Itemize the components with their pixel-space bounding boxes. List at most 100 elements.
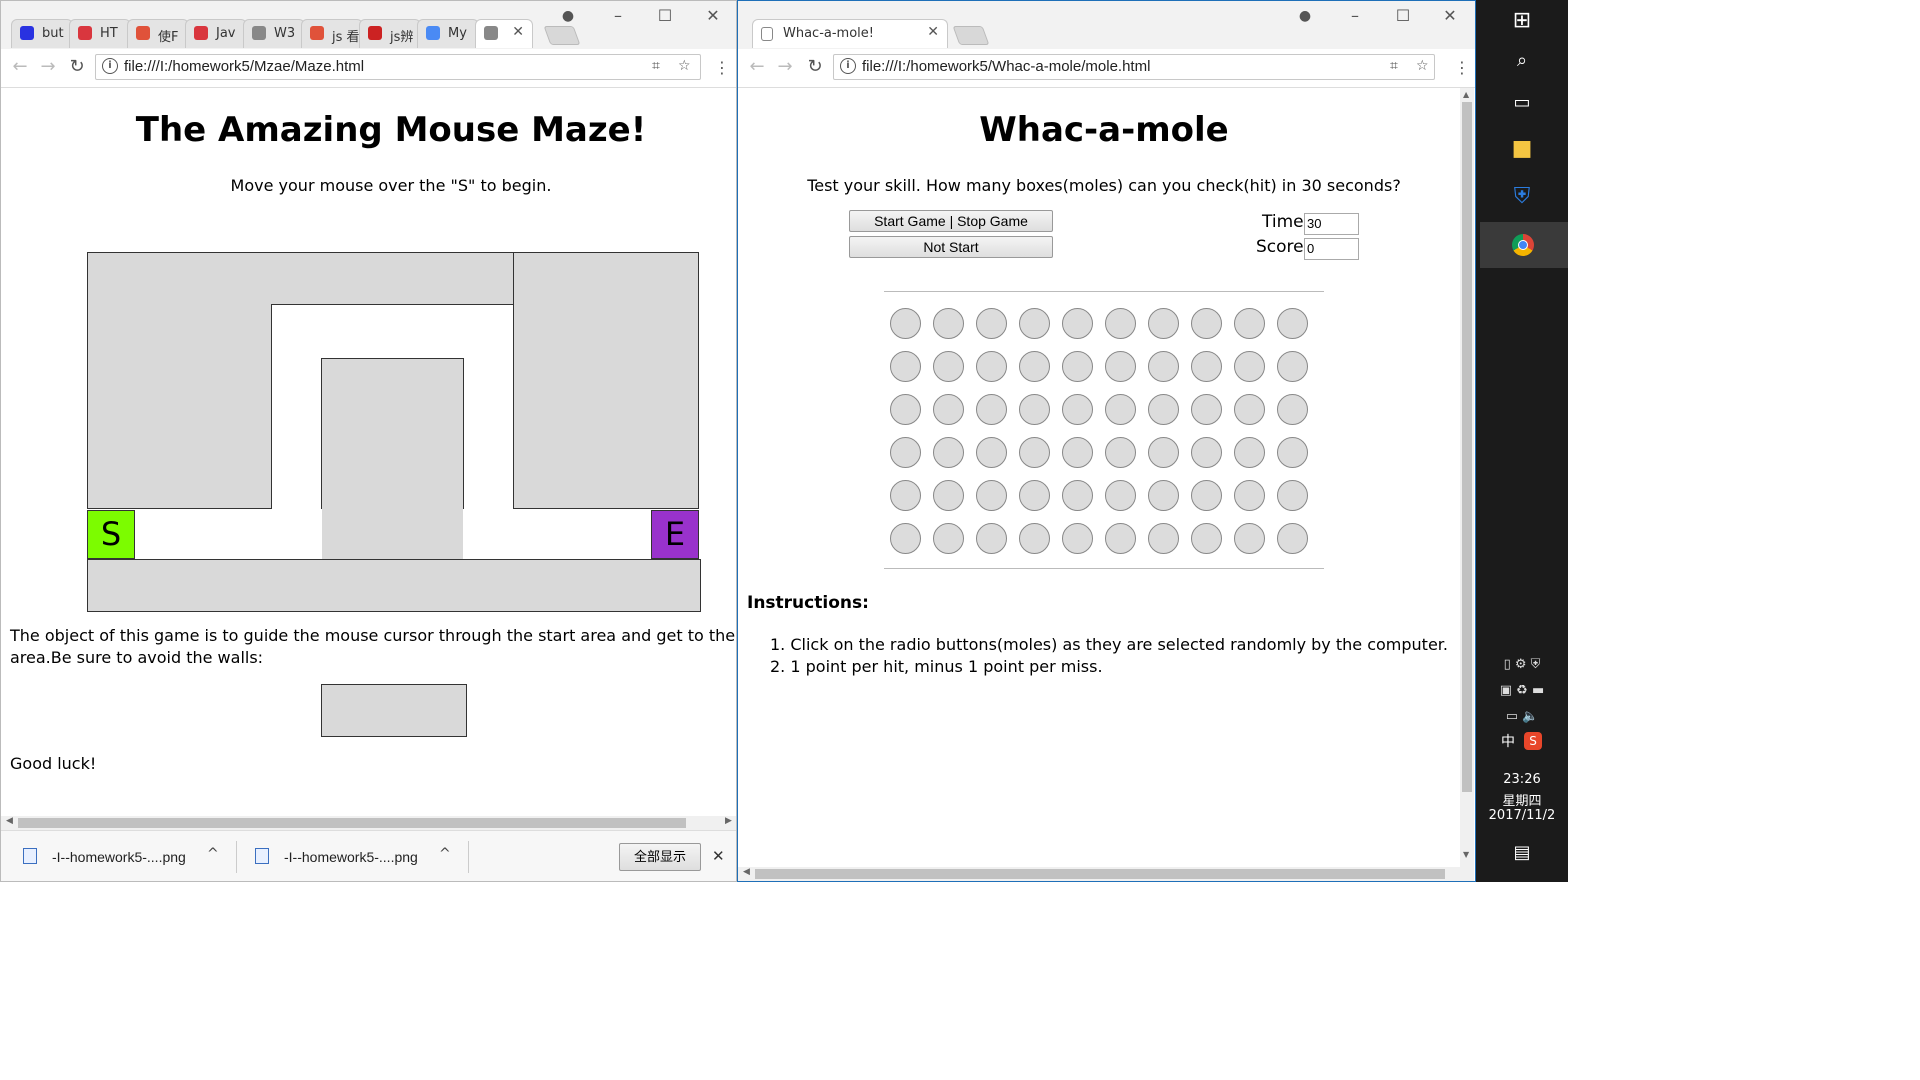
defender-shield-icon[interactable]: ⛨ [1476,184,1568,209]
mole-radio-button[interactable] [1062,480,1093,511]
mole-radio-button[interactable] [1148,351,1179,382]
new-tab-button[interactable] [543,26,581,45]
scroll-right-arrow[interactable]: ▶ [725,816,732,826]
tab-3[interactable]: Jav [185,19,247,48]
vertical-scrollbar[interactable]: ▲ ▼ [1460,88,1474,881]
task-view-icon[interactable]: ▭ [1476,92,1568,113]
windows-start-icon[interactable]: ⊞ [1476,8,1568,33]
mole-radio-button[interactable] [1105,523,1136,554]
mole-radio-button[interactable] [1234,394,1265,425]
close-window-button[interactable]: ✕ [1435,5,1465,27]
scroll-left-arrow[interactable]: ◀ [743,867,750,877]
mole-radio-button[interactable] [1105,437,1136,468]
mole-radio-button[interactable] [933,394,964,425]
url-text[interactable]: file:///I:/homework5/Mzae/Maze.html [124,58,364,75]
mole-radio-button[interactable] [1277,523,1308,554]
bookmark-star-icon[interactable]: ☆ [678,58,691,74]
mole-radio-button[interactable] [1277,480,1308,511]
minimize-button[interactable]: – [603,5,633,27]
tab-4[interactable]: W3 [243,19,305,48]
search-icon[interactable]: ⌕ [1476,50,1568,71]
download-item[interactable]: -I--homework5-....png [52,849,186,865]
mole-radio-button[interactable] [1234,480,1265,511]
horizontal-scrollbar[interactable]: ◀ ▶ [1,816,736,830]
tab-7[interactable]: My [417,19,479,48]
reload-button[interactable]: ↻ [66,56,88,77]
mole-radio-button[interactable] [890,437,921,468]
mole-radio-button[interactable] [1105,394,1136,425]
maze-wall-top-right[interactable] [513,252,699,509]
reload-button[interactable]: ↻ [804,56,826,77]
mole-radio-button[interactable] [933,523,964,554]
horizontal-scrollbar[interactable]: ◀ [738,867,1461,881]
mole-radio-button[interactable] [1191,308,1222,339]
sogou-icon[interactable]: S [1524,732,1542,750]
scrollbar-thumb[interactable] [755,869,1445,879]
mole-radio-button[interactable] [1277,308,1308,339]
mole-radio-button[interactable] [1019,523,1050,554]
mole-radio-button[interactable] [1277,351,1308,382]
mole-radio-button[interactable] [1191,480,1222,511]
mole-radio-button[interactable] [933,308,964,339]
mole-radio-button[interactable] [890,308,921,339]
mole-radio-button[interactable] [890,523,921,554]
clock-date[interactable]: 2017/11/2 [1476,808,1568,823]
back-button[interactable]: ← [746,56,768,77]
profile-icon[interactable]: ● [553,5,583,27]
tab-0[interactable]: but [11,19,73,48]
scroll-up-arrow[interactable]: ▲ [1463,90,1469,99]
mole-radio-button[interactable] [1062,523,1093,554]
mole-radio-button[interactable] [1062,308,1093,339]
maximize-button[interactable]: ☐ [1388,5,1418,27]
mole-radio-button[interactable] [1019,394,1050,425]
forward-button[interactable]: → [774,56,796,77]
mole-radio-button[interactable] [976,437,1007,468]
start-box[interactable]: S [87,510,135,559]
tray-icons[interactable]: ▯ ⚙ ⛨ ▣ ♻ ▬ ▭ 🔈 [1476,652,1568,730]
mole-radio-button[interactable] [933,437,964,468]
mole-radio-button[interactable] [1062,351,1093,382]
show-all-button[interactable]: 全部显示 [619,843,701,871]
close-window-button[interactable]: ✕ [698,5,728,27]
scrollbar-thumb[interactable] [18,818,686,828]
tab-whac-a-mole[interactable]: Whac-a-mole! ✕ [752,19,948,48]
maximize-button[interactable]: ☐ [650,5,680,27]
info-icon[interactable]: i [102,58,118,74]
scroll-down-arrow[interactable]: ▼ [1463,850,1469,859]
mole-radio-button[interactable] [976,351,1007,382]
new-tab-button[interactable] [952,26,990,45]
mole-radio-button[interactable] [976,394,1007,425]
scrollbar-thumb[interactable] [1462,102,1472,792]
mole-radio-button[interactable] [1148,480,1179,511]
start-stop-button[interactable]: Start Game | Stop Game [849,210,1053,232]
mole-radio-button[interactable] [1148,394,1179,425]
mole-radio-button[interactable] [1277,394,1308,425]
time-field[interactable]: 30 [1304,213,1359,235]
end-box[interactable]: E [651,510,699,559]
mole-radio-button[interactable] [976,523,1007,554]
tab-2[interactable]: 使F [127,19,189,48]
tab-6[interactable]: js辨 [359,19,421,48]
mole-radio-button[interactable] [1105,480,1136,511]
mole-radio-button[interactable] [1148,437,1179,468]
mole-radio-button[interactable] [1191,351,1222,382]
menu-icon[interactable]: ⋮ [1454,58,1470,77]
close-tab-icon[interactable]: ✕ [927,24,939,40]
tab-5[interactable]: js 看 [301,19,363,48]
mole-radio-button[interactable] [1234,308,1265,339]
mole-radio-button[interactable] [1148,308,1179,339]
mole-radio-button[interactable] [1105,351,1136,382]
close-download-bar-icon[interactable]: ✕ [712,847,725,865]
bookmark-star-icon[interactable]: ☆ [1416,58,1429,74]
mole-radio-button[interactable] [1148,523,1179,554]
mole-radio-button[interactable] [1019,480,1050,511]
mole-radio-button[interactable] [1019,437,1050,468]
mole-radio-button[interactable] [1234,437,1265,468]
mole-radio-button[interactable] [1062,394,1093,425]
address-bar[interactable]: i file:///I:/homework5/Mzae/Maze.html ⌗ … [95,54,701,80]
mole-radio-button[interactable] [1191,437,1222,468]
notification-icon[interactable]: ▤ [1476,842,1568,863]
mole-radio-button[interactable] [1234,523,1265,554]
menu-icon[interactable]: ⋮ [714,58,730,77]
tab-8[interactable]: ✕ [475,19,533,48]
